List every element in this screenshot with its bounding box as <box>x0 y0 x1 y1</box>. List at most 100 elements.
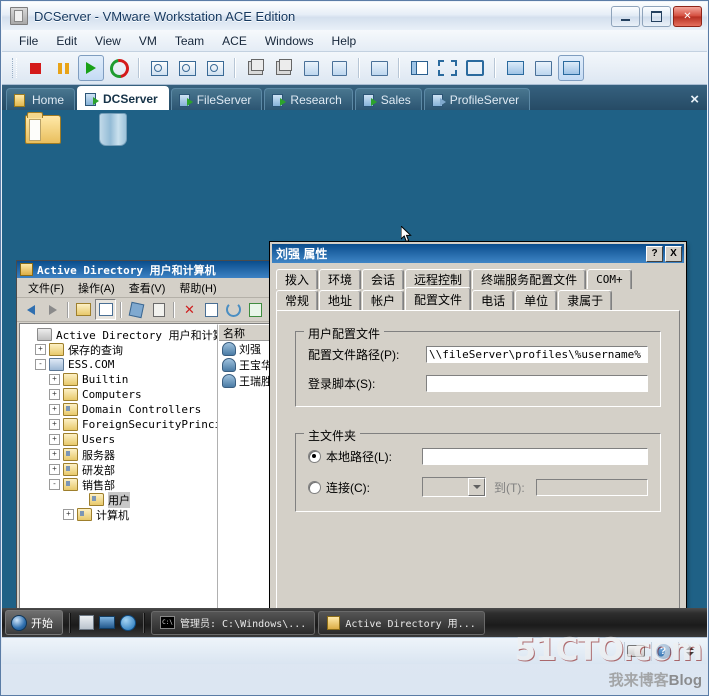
tree-pane[interactable]: Active Directory 用户和计算机 + 保存的查询 - ESS.CO… <box>20 324 218 637</box>
taskbar-button-cmd[interactable]: C:\ 管理员: C:\Windows\... <box>151 610 316 635</box>
fit-guest-icon[interactable] <box>434 55 460 81</box>
tab-com-plus[interactable]: COM+ <box>587 269 632 289</box>
tab-address[interactable]: 地址 <box>319 290 362 310</box>
close-button[interactable]: ✕ <box>673 6 702 27</box>
summary-icon[interactable] <box>530 55 556 81</box>
tree-item-rd-ou[interactable]: + 研发部 <box>23 462 217 477</box>
show-desktop-icon[interactable] <box>77 614 95 632</box>
list-column-header[interactable]: 名称 <box>219 325 274 341</box>
help-icon[interactable]: ? <box>651 641 674 661</box>
desktop-icon-recycle-bin[interactable] <box>90 113 136 146</box>
tab-profile[interactable]: 配置文件 <box>405 287 472 310</box>
capture-icon[interactable] <box>326 55 352 81</box>
mmc-menu-action[interactable]: 操作(A) <box>71 279 122 297</box>
close-icon[interactable]: X <box>665 245 682 262</box>
menu-file[interactable]: File <box>10 32 47 50</box>
internet-explorer-icon[interactable] <box>119 614 137 632</box>
tree-item-sales-ou[interactable]: - 销售部 <box>23 477 217 492</box>
keyboard-icon[interactable] <box>624 641 647 661</box>
list-item[interactable]: 刘强 <box>219 341 274 357</box>
tree-item-servers-ou[interactable]: + 服务器 <box>23 447 217 462</box>
expander[interactable]: + <box>49 374 60 385</box>
delete-vm-icon[interactable] <box>298 55 324 81</box>
menu-ace[interactable]: ACE <box>213 32 256 50</box>
tab-environment[interactable]: 环境 <box>319 269 362 289</box>
expander[interactable] <box>77 495 86 504</box>
tree-item-saved-queries[interactable]: + 保存的查询 <box>23 342 217 357</box>
mmc-menu-view[interactable]: 查看(V) <box>122 279 173 297</box>
quick-switch-icon[interactable] <box>502 55 528 81</box>
list-item[interactable]: 王宝华 <box>219 357 274 373</box>
expander[interactable]: + <box>49 464 60 475</box>
tree-item-domain-controllers[interactable]: + Domain Controllers <box>23 402 217 417</box>
connect-radio[interactable] <box>308 480 321 494</box>
list-item[interactable]: 王瑞胜 <box>219 373 274 389</box>
snapshot-manager-icon[interactable] <box>202 55 228 81</box>
clone-linked-icon[interactable] <box>270 55 296 81</box>
list-pane[interactable]: 名称 刘强 王宝华 王瑞胜 <box>218 324 275 637</box>
vm-tab-dcserver[interactable]: DCServer <box>77 86 169 110</box>
back-icon[interactable] <box>20 299 41 320</box>
local-path-input[interactable] <box>421 447 649 466</box>
menu-windows[interactable]: Windows <box>256 32 323 50</box>
local-path-radio[interactable] <box>308 450 321 463</box>
chevron-down-icon[interactable] <box>468 478 485 496</box>
tab-account[interactable]: 帐户 <box>362 290 405 310</box>
start-button[interactable]: 开始 <box>5 610 63 635</box>
tab-terminal-services-profile[interactable]: 终端服务配置文件 <box>472 269 587 289</box>
maximize-button[interactable] <box>642 6 671 27</box>
expander[interactable]: + <box>49 449 60 460</box>
switch-window-icon[interactable] <box>98 614 116 632</box>
close-tab-button[interactable]: × <box>690 89 699 110</box>
tree-item-root[interactable]: Active Directory 用户和计算机 <box>23 327 217 342</box>
full-screen-icon[interactable] <box>462 55 488 81</box>
menu-view[interactable]: View <box>86 32 130 50</box>
tree-item-builtin[interactable]: + Builtin <box>23 372 217 387</box>
logon-script-input[interactable] <box>425 374 649 393</box>
tree-item-sales-users[interactable]: 用户 <box>23 491 217 508</box>
tab-member-of[interactable]: 隶属于 <box>558 290 613 310</box>
vm-tab-sales[interactable]: Sales <box>354 88 422 110</box>
expander[interactable] <box>25 330 34 339</box>
tab-dialin[interactable]: 拨入 <box>276 269 319 289</box>
expander[interactable]: + <box>49 404 60 415</box>
expander[interactable]: + <box>49 434 60 445</box>
export-list-icon[interactable] <box>245 299 266 320</box>
clone-icon[interactable] <box>242 55 268 81</box>
expander[interactable]: + <box>63 509 74 520</box>
vm-tab-home[interactable]: Home <box>6 88 76 110</box>
taskbar-button-mmc[interactable]: Active Directory 用... <box>318 610 485 635</box>
tab-telephone[interactable]: 电话 <box>472 290 515 310</box>
tab-remote-control[interactable]: 远程控制 <box>405 269 472 289</box>
help-button[interactable]: ? <box>646 245 663 262</box>
pause-icon[interactable] <box>50 55 76 81</box>
copy-icon[interactable] <box>148 299 169 320</box>
revert-snapshot-icon[interactable] <box>174 55 200 81</box>
forward-icon[interactable] <box>42 299 63 320</box>
connect-drive-select[interactable] <box>422 477 486 497</box>
vm-tab-research[interactable]: Research <box>264 88 353 110</box>
reset-icon[interactable] <box>105 54 133 82</box>
snapshot-icon[interactable] <box>146 55 172 81</box>
spinner-icon[interactable] <box>678 641 701 661</box>
tree-item-sales-computers[interactable]: + 计算机 <box>23 507 217 522</box>
toolbar-grip[interactable] <box>12 58 17 78</box>
guest-screen[interactable]: Active Directory 用户和计算机 文件(F) 操作(A) 查看(V… <box>2 110 707 637</box>
show-sidebar-icon[interactable] <box>406 55 432 81</box>
properties-icon[interactable] <box>201 299 222 320</box>
show-tree-icon[interactable] <box>95 299 116 320</box>
unity-icon[interactable] <box>558 55 584 81</box>
to-input[interactable] <box>535 477 649 497</box>
tab-general[interactable]: 常规 <box>276 290 319 310</box>
expander[interactable]: - <box>35 359 46 370</box>
cut-icon[interactable] <box>126 299 147 320</box>
tab-sessions[interactable]: 会话 <box>362 269 405 289</box>
expander[interactable]: + <box>49 419 60 430</box>
play-icon[interactable] <box>78 55 104 81</box>
screenshot-icon[interactable] <box>366 55 392 81</box>
tree-item-foreign-security-principals[interactable]: + ForeignSecurityPrincip <box>23 417 217 432</box>
mmc-menu-file[interactable]: 文件(F) <box>21 279 71 297</box>
vm-tab-profileserver[interactable]: ProfileServer <box>423 88 531 110</box>
expander[interactable]: + <box>35 344 46 355</box>
mmc-menu-help[interactable]: 帮助(H) <box>172 279 223 297</box>
